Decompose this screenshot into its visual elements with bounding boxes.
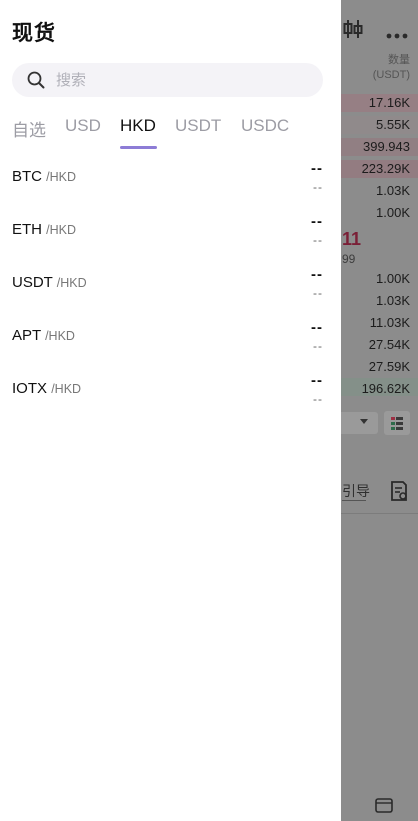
wallet-icon[interactable]: [374, 796, 394, 814]
tab-usd[interactable]: USD: [65, 116, 101, 136]
pair-base: USDT: [12, 274, 53, 291]
pair-change: --: [313, 233, 323, 247]
pair-quote: /HKD: [56, 276, 87, 290]
document-icon[interactable]: [389, 480, 409, 502]
qty-column-header: 数量 (USDT): [373, 53, 410, 83]
pair-quote: /HKD: [45, 329, 75, 343]
guide-link[interactable]: 引导: [342, 481, 370, 501]
pair-row-iotx[interactable]: IOTX /HKD -- --: [0, 370, 341, 423]
pair-symbol: IOTX /HKD: [12, 380, 81, 397]
pair-base: APT: [12, 327, 41, 344]
pair-base: ETH: [12, 221, 42, 238]
last-price: 11: [342, 229, 362, 249]
ask-qty: 223.29K: [361, 161, 410, 176]
pair-quote: /HKD: [46, 223, 77, 237]
tab-usdt[interactable]: USDT: [175, 116, 221, 136]
search-bar[interactable]: [12, 63, 323, 97]
active-tab-indicator: [120, 146, 157, 149]
bid-qty: 27.54K: [368, 337, 410, 352]
pair-change: --: [313, 286, 323, 300]
tab-usdc[interactable]: USDC: [241, 116, 289, 136]
pair-row-eth[interactable]: ETH /HKD -- --: [0, 211, 341, 264]
more-icon[interactable]: [386, 26, 408, 39]
bid-qty: 27.59K: [368, 359, 410, 374]
bid-qty: 11.03K: [369, 315, 410, 330]
market-drawer: 现货 自选 USD HKD USDT USDC BTC /HKD -- -- E…: [0, 0, 341, 821]
ask-qty: 17.16K: [368, 95, 410, 110]
pair-symbol: USDT /HKD: [12, 274, 87, 291]
pair-change: --: [313, 339, 323, 353]
tab-favorites[interactable]: 自选: [12, 116, 46, 141]
pair-base: BTC: [12, 168, 42, 185]
pair-symbol: ETH /HKD: [12, 221, 76, 238]
pair-row-usdt[interactable]: USDT /HKD -- --: [0, 264, 341, 317]
search-input[interactable]: [56, 63, 306, 97]
pair-base: IOTX: [12, 380, 48, 397]
qty-unit-label: (USDT): [372, 69, 410, 81]
pair-price: --: [311, 266, 323, 283]
order-book-icon[interactable]: [384, 411, 410, 435]
pair-price: --: [311, 213, 323, 230]
pair-change: --: [313, 392, 323, 406]
pair-row-btc[interactable]: BTC /HKD -- --: [0, 158, 341, 211]
ask-qty: 399.943: [363, 139, 410, 154]
pair-row-apt[interactable]: APT /HKD -- --: [0, 317, 341, 370]
tab-hkd[interactable]: HKD: [120, 116, 156, 136]
qty-header-label: 数量: [388, 54, 410, 66]
bid-qty: 1.00K: [376, 271, 410, 286]
ask-qty: 1.00K: [376, 205, 410, 220]
drawer-title: 现货: [12, 22, 56, 45]
pair-quote: /HKD: [46, 170, 77, 184]
last-price-sub: 99: [342, 252, 356, 266]
pair-price: --: [311, 372, 323, 389]
search-icon: [27, 71, 45, 89]
ask-qty: 5.55K: [376, 117, 410, 132]
bid-qty: 1.03K: [376, 293, 410, 308]
candlestick-icon[interactable]: [342, 18, 364, 40]
bid-qty: 196.62K: [361, 381, 410, 396]
pair-symbol: BTC /HKD: [12, 168, 76, 185]
pair-quote: /HKD: [51, 382, 82, 396]
pair-price: --: [311, 160, 323, 177]
ask-qty: 1.03K: [376, 183, 410, 198]
pair-price: --: [311, 319, 323, 336]
pair-change: --: [313, 180, 323, 194]
pair-symbol: APT /HKD: [12, 327, 75, 344]
